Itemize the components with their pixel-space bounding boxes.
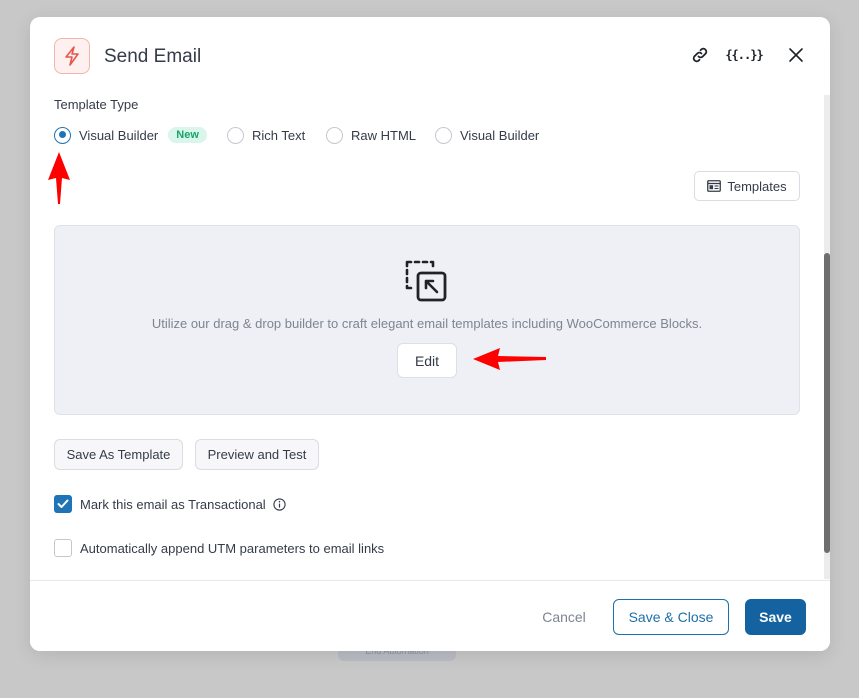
new-badge: New (168, 127, 207, 143)
drag-drop-icon (405, 260, 447, 302)
radio-visual-builder[interactable]: Visual Builder (435, 125, 539, 145)
modal-footer: Cancel Save & Close Save (30, 580, 830, 651)
save-and-close-button[interactable]: Save & Close (613, 599, 729, 635)
modal-title: Send Email (104, 46, 202, 67)
modal-header: Send Email {{..}} (30, 17, 830, 95)
scrollbar-track[interactable] (824, 95, 830, 579)
radio-rich-text[interactable]: Rich Text (227, 125, 305, 145)
radio-circle-selected[interactable] (54, 126, 71, 144)
radio-circle[interactable] (227, 126, 244, 144)
edit-button[interactable]: Edit (397, 343, 457, 378)
builder-description: Utilize our drag & drop builder to craft… (151, 316, 703, 331)
merge-tags-icon[interactable]: {{..}} (725, 43, 763, 67)
template-type-label: Template Type (54, 97, 139, 112)
utm-label: Automatically append UTM parameters to e… (80, 540, 385, 556)
transactional-option: Mark this email as Transactional (54, 495, 286, 513)
save-as-template-button[interactable]: Save As Template (54, 439, 183, 470)
cancel-button[interactable]: Cancel (533, 599, 595, 634)
templates-button-label: Templates (727, 178, 787, 194)
radio-raw-html[interactable]: Raw HTML (326, 125, 416, 145)
radio-label: Rich Text (252, 127, 306, 143)
send-email-modal: Send Email {{..}} Template Type Visual B… (30, 17, 830, 651)
utm-option: Automatically append UTM parameters to e… (54, 539, 384, 557)
template-type-options: Visual Builder New Rich Text Raw HTML Vi… (54, 125, 754, 145)
annotation-arrow-left (473, 348, 546, 370)
checkmark-icon (57, 499, 69, 508)
radio-label: Raw HTML (351, 127, 417, 143)
radio-circle[interactable] (435, 126, 452, 144)
templates-button[interactable]: Templates (694, 171, 800, 201)
merge-tags-text: {{..}} (725, 48, 763, 62)
close-icon[interactable] (784, 43, 808, 67)
radio-visual-builder-new[interactable]: Visual Builder New (54, 125, 207, 145)
preview-and-test-button[interactable]: Preview and Test (195, 439, 319, 470)
transactional-checkbox[interactable] (54, 495, 72, 513)
lightning-icon (54, 38, 90, 74)
scrollbar-thumb[interactable] (824, 253, 830, 553)
template-icon (707, 180, 722, 192)
info-icon[interactable] (273, 497, 286, 511)
radio-circle[interactable] (326, 126, 343, 144)
utm-checkbox[interactable] (54, 539, 72, 557)
link-icon[interactable] (688, 43, 712, 67)
annotation-arrow-up (48, 152, 70, 204)
visual-builder-panel: Utilize our drag & drop builder to craft… (54, 225, 800, 415)
radio-label: Visual Builder (79, 127, 159, 143)
save-button[interactable]: Save (745, 599, 806, 635)
transactional-label: Mark this email as Transactional (80, 496, 266, 512)
radio-label: Visual Builder (460, 127, 540, 143)
